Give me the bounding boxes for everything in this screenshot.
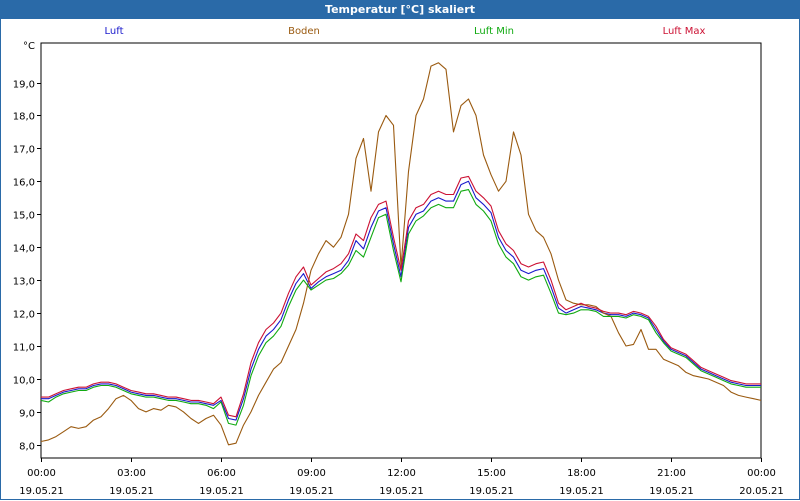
x-tick-time-label: 09:00: [297, 468, 326, 479]
legend-item-luft-min: Luft Min: [474, 26, 514, 37]
x-tick-time-label: 18:00: [567, 468, 596, 479]
y-tick-label: 13,0: [13, 277, 35, 288]
x-tick-date-label: 19.05.21: [379, 486, 424, 497]
x-tick-time-label: 21:00: [657, 468, 686, 479]
y-axis-label: °C: [23, 41, 35, 52]
legend: Luft Boden Luft Min Luft Max: [105, 26, 706, 37]
x-tick-date-label: 20.05.21: [739, 486, 784, 497]
y-tick-label: 8,0: [19, 442, 35, 453]
y-tick-label: 18,0: [13, 112, 35, 123]
x-tick-time-label: 15:00: [477, 468, 506, 479]
chart-canvas: 8,0 9,0 10,0 11,0 12,0 13,0 14,0 15,0 16,0 17,0 18…: [13, 26, 784, 497]
legend-item-boden: Boden: [288, 26, 320, 37]
x-tick-date-label: 19.05.21: [109, 486, 154, 497]
x-tick-date-label: 19.05.21: [649, 486, 694, 497]
x-tick-time-label: 00:00: [27, 468, 56, 479]
x-tick-time-label: 06:00: [207, 468, 236, 479]
y-tick-label: 12,0: [13, 310, 35, 321]
x-tick-date-label: 19.05.21: [199, 486, 244, 497]
x-tick-time-label: 03:00: [117, 468, 146, 479]
y-tick-label: 9,0: [19, 409, 35, 420]
x-tick-date-label: 19.05.21: [469, 486, 514, 497]
x-tick-date-label: 19.05.21: [289, 486, 334, 497]
chart-window: Temperatur [°C] skaliert 8,0 9,0 10,0 11,0 1…: [0, 0, 800, 500]
x-tick-time-label: 12:00: [387, 468, 416, 479]
y-tick-label: 11,0: [13, 343, 35, 354]
x-tick-time-label: 00:00: [747, 468, 776, 479]
y-tick-label: 19,0: [13, 80, 35, 91]
x-tick-date-label: 19.05.21: [559, 486, 604, 497]
y-tick-label: 16,0: [13, 178, 35, 189]
legend-item-luft: Luft: [105, 26, 124, 37]
legend-item-luft-max: Luft Max: [663, 26, 706, 37]
y-tick-label: 10,0: [13, 376, 35, 387]
y-tick-label: 17,0: [13, 145, 35, 156]
y-tick-label: 14,0: [13, 244, 35, 255]
y-tick-label: 15,0: [13, 211, 35, 222]
x-tick-date-label: 19.05.21: [19, 486, 64, 497]
